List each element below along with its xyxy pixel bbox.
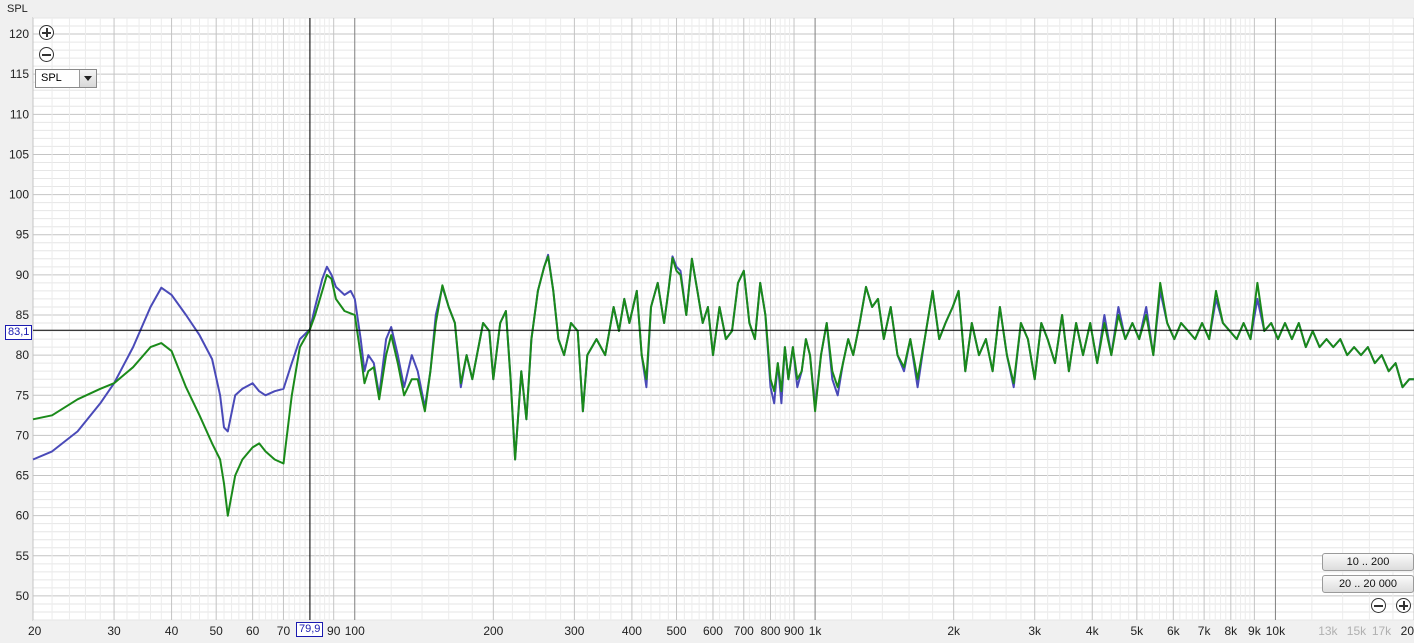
y-tick-label: 110	[10, 107, 29, 121]
x-tick-label: 900	[784, 624, 804, 638]
y-tick-label: 80	[16, 348, 30, 362]
x-tick-label: 8k	[1224, 624, 1238, 638]
x-tick-label: 300	[564, 624, 584, 638]
y-tick-label: 50	[16, 589, 30, 603]
x-tick-label: 600	[703, 624, 723, 638]
x-tick-label: 20	[28, 624, 42, 638]
x-tick-label: 17k	[1372, 624, 1392, 638]
x-tick-label: 5k	[1131, 624, 1145, 638]
x-tick-label: 90	[327, 624, 341, 638]
mode-select[interactable]: SPL	[35, 69, 97, 88]
zoom-out-icon[interactable]	[1371, 598, 1386, 613]
y-tick-label: 90	[16, 268, 30, 282]
zoom-out-icon[interactable]	[39, 47, 54, 62]
x-tick-label: 7k	[1198, 624, 1212, 638]
x-tick-label: 700	[734, 624, 754, 638]
x-tick-label: 500	[667, 624, 687, 638]
x-tick-label: 1k	[809, 624, 823, 638]
y-tick-label: 85	[16, 308, 30, 322]
y-tick-label: 55	[16, 549, 30, 563]
x-tick-label: 40	[165, 624, 179, 638]
y-tick-label: 95	[16, 228, 30, 242]
y-tick-label: 60	[16, 509, 30, 523]
x-tick-label: 15k	[1347, 624, 1367, 638]
x-tick-label: 30	[107, 624, 121, 638]
x-tick-label: 50	[210, 624, 224, 638]
x-tick-label: 70	[277, 624, 291, 638]
x-tick-label: 2k	[947, 624, 961, 638]
x-tick-label: 13k	[1318, 624, 1338, 638]
x-tick-label: 800	[760, 624, 780, 638]
y-tick-label: 100	[9, 188, 29, 202]
x-tick-label: 100	[345, 624, 365, 638]
x-tick-label: 4k	[1086, 624, 1100, 638]
dropdown-arrow-icon[interactable]	[79, 70, 96, 87]
mode-select-value: SPL	[41, 72, 62, 84]
x-tick-label: 10k	[1266, 624, 1286, 638]
x-tick-label: 400	[622, 624, 642, 638]
y-tick-label: 120	[9, 27, 29, 41]
y-tick-label: 65	[16, 469, 30, 483]
x-tick-label: 3k	[1028, 624, 1042, 638]
x-tick-label: 200	[483, 624, 503, 638]
y-tick-label: 115	[10, 67, 29, 81]
cursor-x-readout: 79,9	[296, 622, 324, 637]
zoom-in-icon[interactable]	[39, 25, 54, 40]
y-tick-label: 70	[16, 428, 30, 442]
cursor-y-readout: 83,1	[5, 325, 33, 340]
x-tick-label: 20	[1401, 624, 1414, 638]
y-tick-label: 75	[16, 388, 30, 402]
x-tick-label: 9k	[1248, 624, 1262, 638]
range-10-200-button[interactable]: 10 .. 200	[1322, 553, 1414, 571]
range-20-20000-button[interactable]: 20 .. 20 000	[1322, 575, 1414, 593]
x-axis-labels: 20 30 40 50 60 70 90 100 200 300 400 500 600 700 800 90…	[28, 624, 1414, 638]
x-tick-label: 6k	[1167, 624, 1181, 638]
zoom-in-icon[interactable]	[1396, 598, 1411, 613]
plot-area[interactable]	[32, 17, 1414, 621]
frequency-response-chart[interactable]: 50 55 60 65 70 75 80 85 90 95 100 105 110 115 120 20 30…	[0, 0, 1414, 643]
y-tick-label: 105	[9, 147, 29, 161]
x-tick-label: 60	[246, 624, 260, 638]
y-axis-labels: 50 55 60 65 70 75 80 85 90 95 100 105 110 115 120	[9, 27, 29, 603]
